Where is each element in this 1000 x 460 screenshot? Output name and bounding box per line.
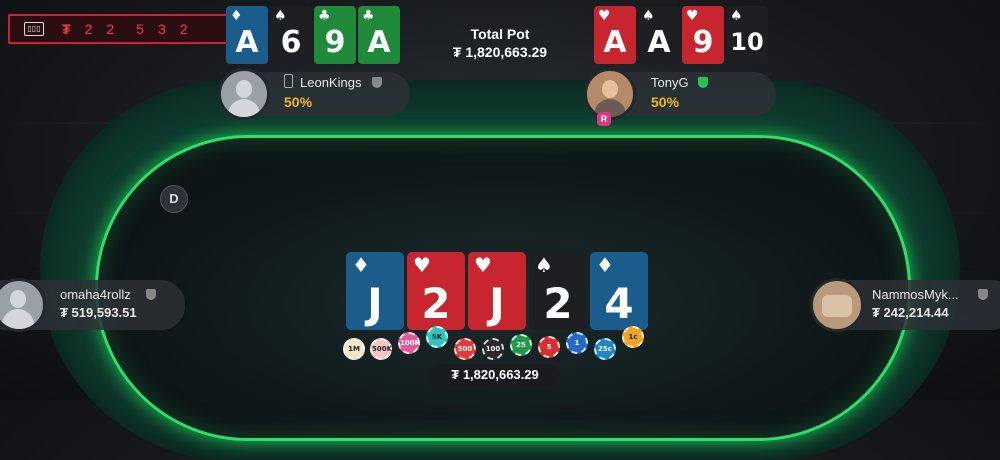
card: ♥ 9: [682, 6, 724, 64]
rewards-badge: R: [597, 112, 611, 126]
player-stack: ₮ 242,214.44: [872, 305, 949, 320]
player-name: NammosMyk...: [872, 287, 959, 302]
chip: 1M: [343, 338, 365, 360]
card: ♠ A: [638, 6, 680, 64]
counter-currency: ₮: [62, 21, 71, 37]
board-card: ♦ J: [346, 252, 404, 330]
chip: 5: [538, 336, 560, 358]
chip: 25: [510, 334, 532, 356]
counter-digit: 2: [106, 21, 115, 37]
chip: 500: [454, 338, 476, 360]
player-name: LeonKings: [300, 75, 362, 90]
total-pot-label: Total Pot: [470, 26, 530, 42]
jackpot-counter: ▯▯▯ ₮ 2 2 5 3 2: [8, 14, 234, 44]
mobile-phone-icon: [284, 74, 293, 88]
player-equity: 50%: [651, 94, 680, 110]
player-name: omaha4rollz: [60, 287, 131, 302]
card: ♦ A: [226, 6, 268, 64]
board-card: ♥ 2: [407, 252, 465, 330]
chip: 25c: [594, 338, 616, 360]
card: ♣ A: [358, 6, 400, 64]
card: ♠ 10: [726, 6, 768, 64]
counter-digit: 5: [136, 21, 144, 37]
shield-icon: [372, 77, 382, 88]
chip: 100K: [398, 332, 420, 354]
center-pot-amount: ₮ 1,820,663.29: [430, 364, 560, 386]
counter-digit: 2: [179, 21, 188, 37]
ticket-icon: ▯▯▯: [24, 22, 44, 36]
avatar-leon[interactable]: [218, 68, 270, 120]
player-name: TonyG: [651, 75, 689, 90]
shield-icon: [698, 77, 708, 88]
chip: 500K: [370, 338, 392, 360]
shield-icon: [146, 289, 156, 300]
avatar-tony[interactable]: [584, 68, 636, 120]
total-pot-amount: ₮ 1,820,663.29: [452, 44, 548, 60]
chip: 1: [566, 332, 588, 354]
card: ♥ A: [594, 6, 636, 64]
player-equity: 50%: [284, 94, 313, 110]
board-card: ♥ J: [468, 252, 526, 330]
board-card: ♠ 2: [529, 252, 587, 330]
chip: 5K: [426, 326, 448, 348]
dealer-button: D: [160, 185, 188, 213]
counter-digit: 3: [157, 21, 166, 37]
chip: 100: [482, 338, 504, 360]
player-stack: ₮ 519,593.51: [60, 305, 137, 320]
avatar-nammos[interactable]: [810, 278, 864, 332]
card: ♠ 6: [270, 6, 312, 64]
board-card: ♦ 4: [590, 252, 648, 330]
shield-icon: [978, 289, 988, 300]
card: ♣ 9: [314, 6, 356, 64]
counter-digit: 2: [84, 21, 93, 37]
chip: 1c: [622, 326, 644, 348]
